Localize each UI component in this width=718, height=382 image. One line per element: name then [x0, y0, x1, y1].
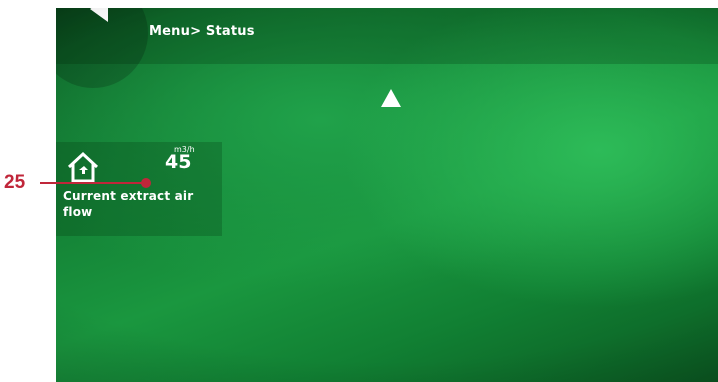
status-tile-extract-air-flow[interactable]: m3/h 45 Current extract air flow — [56, 142, 222, 236]
back-arrow-icon — [90, 8, 108, 22]
page: Menu> Status m3/h 45 Current extract air… — [0, 0, 718, 382]
up-triangle-icon[interactable] — [380, 88, 402, 108]
callout-number: 25 — [4, 172, 26, 193]
device-screen: Menu> Status m3/h 45 Current extract air… — [56, 8, 718, 382]
callout-dot — [141, 178, 151, 188]
callout-line — [40, 182, 146, 184]
house-extract-air-icon — [67, 151, 99, 183]
flow-label: Current extract air flow — [63, 189, 194, 219]
back-button[interactable] — [56, 8, 148, 88]
breadcrumb: Menu> Status — [149, 24, 255, 39]
flow-value: 45 — [165, 151, 192, 173]
